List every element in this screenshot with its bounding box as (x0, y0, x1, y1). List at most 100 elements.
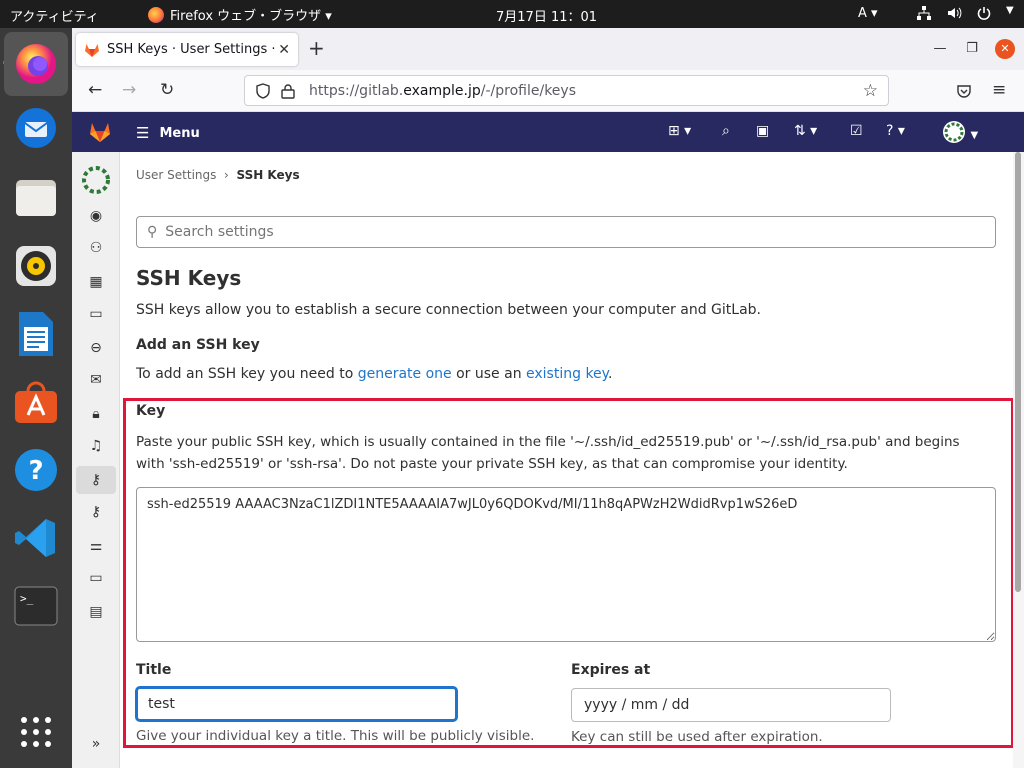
sidebar-item-chat[interactable]: ▭ (76, 300, 116, 328)
add-ssh-key-heading: Add an SSH key (136, 337, 260, 353)
search-icon: ⚲ (147, 224, 158, 240)
page-scrollbar[interactable] (1013, 152, 1024, 768)
sidebar-item-ssh-keys[interactable]: ⚷ (76, 466, 116, 494)
network-icon (917, 6, 931, 20)
existing-key-link[interactable]: existing key (526, 366, 608, 382)
settings-search[interactable]: ⚲ (136, 216, 996, 248)
dock-rhythmbox[interactable] (12, 242, 60, 290)
key-label: Key (136, 403, 166, 419)
profile-icon: ◉ (89, 208, 103, 224)
token-icon: ⊖ (90, 340, 102, 356)
close-tab-icon[interactable]: ✕ (278, 42, 290, 58)
breadcrumb-ssh-keys[interactable]: SSH Keys (236, 168, 299, 182)
navigation-toolbar: ← → ↻ https://gitlab. example.jp/-/profil… (72, 70, 1024, 112)
sidebar-item-audit-log[interactable]: ▤ (76, 598, 116, 626)
mail-icon: ✉ (90, 372, 102, 388)
dock-files[interactable] (12, 174, 60, 222)
dock-app-grid[interactable] (12, 708, 60, 756)
search-icon[interactable]: ⌕ (722, 123, 730, 139)
sidebar-item-preferences[interactable]: ⚌ (76, 532, 116, 560)
dock-writer[interactable] (12, 310, 60, 358)
settings-sidebar: ◉ ⚇ ▦ ▭ ⊖ ✉ 🔒︎ ♫ ⚷ ⚷ ⚌ ▭ ▤ » (72, 152, 120, 768)
close-window-button[interactable]: ✕ (995, 39, 1015, 59)
gnome-top-bar: アクティビティ Firefox ウェブ・ブラウザ ▾ 7月17日 11：01 A… (0, 0, 1024, 28)
vscode-icon (15, 519, 55, 557)
expires-at-date-input[interactable]: yyyy / mm / dd (571, 688, 891, 722)
account-icon: ⚇ (89, 240, 103, 256)
page-title: SSH Keys (136, 266, 242, 290)
power-icon (977, 7, 991, 20)
sidebar-item-gpg-keys[interactable]: ⚷ (76, 498, 116, 526)
merge-requests-icon[interactable]: ⇅ ▾ (794, 123, 817, 139)
expires-at-help-text: Key can still be used after expiration. (571, 729, 823, 745)
generate-one-link[interactable]: generate one (358, 366, 452, 382)
todos-icon[interactable]: ☑ (850, 123, 863, 139)
breadcrumb: User Settings › SSH Keys (136, 168, 300, 182)
sidebar-item-emails[interactable]: ✉ (76, 366, 116, 394)
notifications-icon: ♫ (89, 438, 103, 454)
tab-title: SSH Keys · User Settings · (107, 42, 276, 57)
shield-icon (256, 82, 270, 99)
lock-icon: 🔒︎ (92, 406, 100, 422)
hamburger-menu-icon[interactable]: ≡ (992, 80, 1006, 100)
avatar (82, 166, 110, 194)
create-new-icon[interactable]: ⊞ ▾ (668, 123, 691, 139)
volume-icon (948, 7, 962, 19)
minimize-button[interactable]: — (930, 39, 950, 59)
sidebar-item-notifications[interactable]: ♫ (76, 432, 116, 460)
tab-ssh-keys[interactable]: SSH Keys · User Settings · ✕ (76, 33, 298, 66)
intro-text: SSH keys allow you to establish a secure… (136, 302, 761, 318)
url-bar-security[interactable] (255, 82, 295, 99)
gitlab-menu-button[interactable]: ☰ Menu (136, 124, 200, 142)
sidebar-item-applications[interactable]: ▦ (76, 268, 116, 296)
ubuntu-dock: ? >_ (0, 28, 72, 768)
gitlab-logo-icon[interactable] (88, 120, 112, 144)
key-icon: ⚷ (90, 504, 102, 520)
app-menu[interactable]: Firefox ウェブ・ブラウザ ▾ (148, 5, 332, 24)
scrollbar-thumb[interactable] (1015, 152, 1021, 592)
add-text-part: . (607, 366, 613, 382)
reload-button[interactable]: ↻ (160, 80, 174, 100)
dock-firefox[interactable] (4, 32, 68, 96)
pocket-icon[interactable] (956, 83, 972, 99)
title-input[interactable] (136, 687, 457, 721)
system-tray[interactable]: ▼ (916, 5, 1014, 21)
search-input[interactable] (165, 224, 995, 240)
add-ssh-key-text: To add an SSH key you need to generate o… (136, 366, 612, 382)
sidebar-item-password[interactable]: 🔒︎ (76, 400, 116, 428)
menu-label: Menu (159, 125, 200, 141)
dock-thunderbird[interactable] (12, 104, 60, 152)
sidebar-item-account[interactable]: ⚇ (76, 234, 116, 262)
sidebar-item-sessions[interactable]: ▭ (76, 564, 116, 592)
writer-icon (19, 312, 53, 356)
back-button[interactable]: ← (88, 80, 102, 100)
sidebar-item-access-tokens[interactable]: ⊖ (76, 334, 116, 362)
forward-button[interactable]: → (122, 80, 136, 100)
url-bar[interactable]: https://gitlab. example.jp/-/profile/keys… (244, 75, 889, 106)
dock-help[interactable]: ? (12, 446, 60, 494)
comment-icon: ▭ (89, 306, 103, 322)
sidebar-item-profile[interactable]: ◉ (76, 202, 116, 230)
log-icon: ▤ (89, 604, 103, 620)
dock-vscode[interactable] (12, 514, 60, 562)
dock-software[interactable] (12, 378, 60, 426)
help-menu-icon[interactable]: ? ▾ (886, 123, 905, 139)
breadcrumb-user-settings[interactable]: User Settings (136, 168, 216, 182)
hamburger-icon: ☰ (136, 124, 150, 142)
firefox-window: SSH Keys · User Settings · ✕ + — ❐ ✕ ← →… (72, 28, 1024, 768)
terminal-icon: >_ (14, 586, 58, 626)
input-method-indicator[interactable]: A ▾ (858, 6, 878, 21)
double-chevron-right-icon: » (91, 736, 101, 752)
maximize-button[interactable]: ❐ (962, 39, 982, 59)
key-icon: ⚷ (90, 472, 102, 488)
sidebar-avatar[interactable] (76, 162, 116, 198)
dock-terminal[interactable]: >_ (12, 582, 60, 630)
new-tab-button[interactable]: + (308, 36, 325, 60)
key-textarea[interactable]: ssh-ed25519 AAAAC3NzaC1lZDI1NTE5AAAAIA7w… (136, 487, 996, 642)
clock[interactable]: 7月17日 11：01 (496, 6, 597, 25)
user-avatar-menu[interactable]: ▼ (942, 120, 978, 148)
issues-icon[interactable]: ▣ (756, 123, 769, 139)
bookmark-star-icon[interactable]: ☆ (863, 81, 878, 101)
activities-button[interactable]: アクティビティ (10, 6, 99, 25)
sidebar-collapse-button[interactable]: » (76, 730, 116, 758)
